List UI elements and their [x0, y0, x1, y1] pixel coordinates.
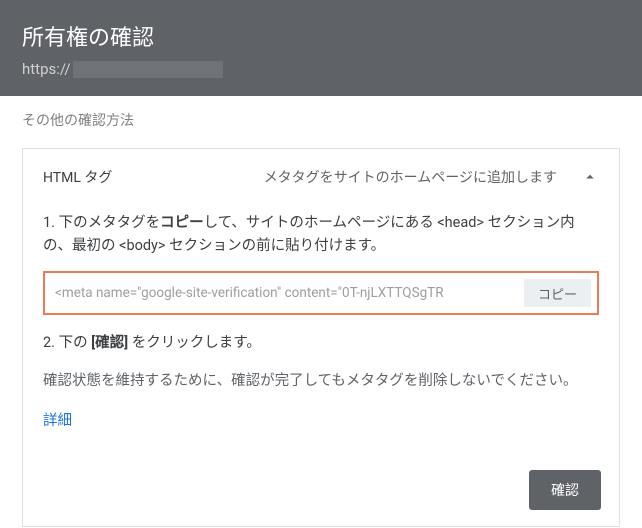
meta-tag-row: コピー [43, 271, 599, 315]
card-header[interactable]: HTML タグ メタタグをサイトのホームページに追加します [23, 149, 619, 205]
step1-bold: コピー [160, 214, 204, 231]
url-prefix: https:// [22, 60, 71, 78]
step1-prefix: 1. 下のメタタグを [43, 214, 160, 231]
card-title: HTML タグ [43, 167, 112, 187]
chevron-up-icon [581, 168, 599, 186]
page-title: 所有権の確認 [22, 20, 620, 52]
retention-note: 確認状態を維持するために、確認が完了してもメタタグを削除しないでください。 [43, 369, 599, 394]
step2-suffix: をクリックします。 [128, 334, 261, 351]
step-1: 1. 下のメタタグをコピーして、サイトのホームページにある <head> セクシ… [43, 211, 599, 257]
copy-button[interactable]: コピー [524, 279, 591, 307]
step2-bold: [確認] [91, 334, 128, 351]
meta-tag-input[interactable] [45, 273, 524, 313]
header: 所有権の確認 https:// [0, 0, 642, 96]
card-footer: 確認 [23, 458, 619, 526]
card-body: 1. 下のメタタグをコピーして、サイトのホームページにある <head> セクシ… [23, 205, 619, 458]
card-description: メタタグをサイトのホームページに追加します [128, 167, 565, 187]
step2-prefix: 2. 下の [43, 334, 91, 351]
url-redacted [73, 61, 223, 78]
details-link[interactable]: 詳細 [43, 409, 72, 430]
step-2: 2. 下の [確認] をクリックします。 [43, 331, 599, 354]
confirm-button[interactable]: 確認 [529, 470, 601, 510]
verification-card: HTML タグ メタタグをサイトのホームページに追加します 1. 下のメタタグを… [22, 148, 620, 527]
section-subtitle: その他の確認方法 [0, 96, 642, 140]
site-url: https:// [22, 60, 620, 78]
